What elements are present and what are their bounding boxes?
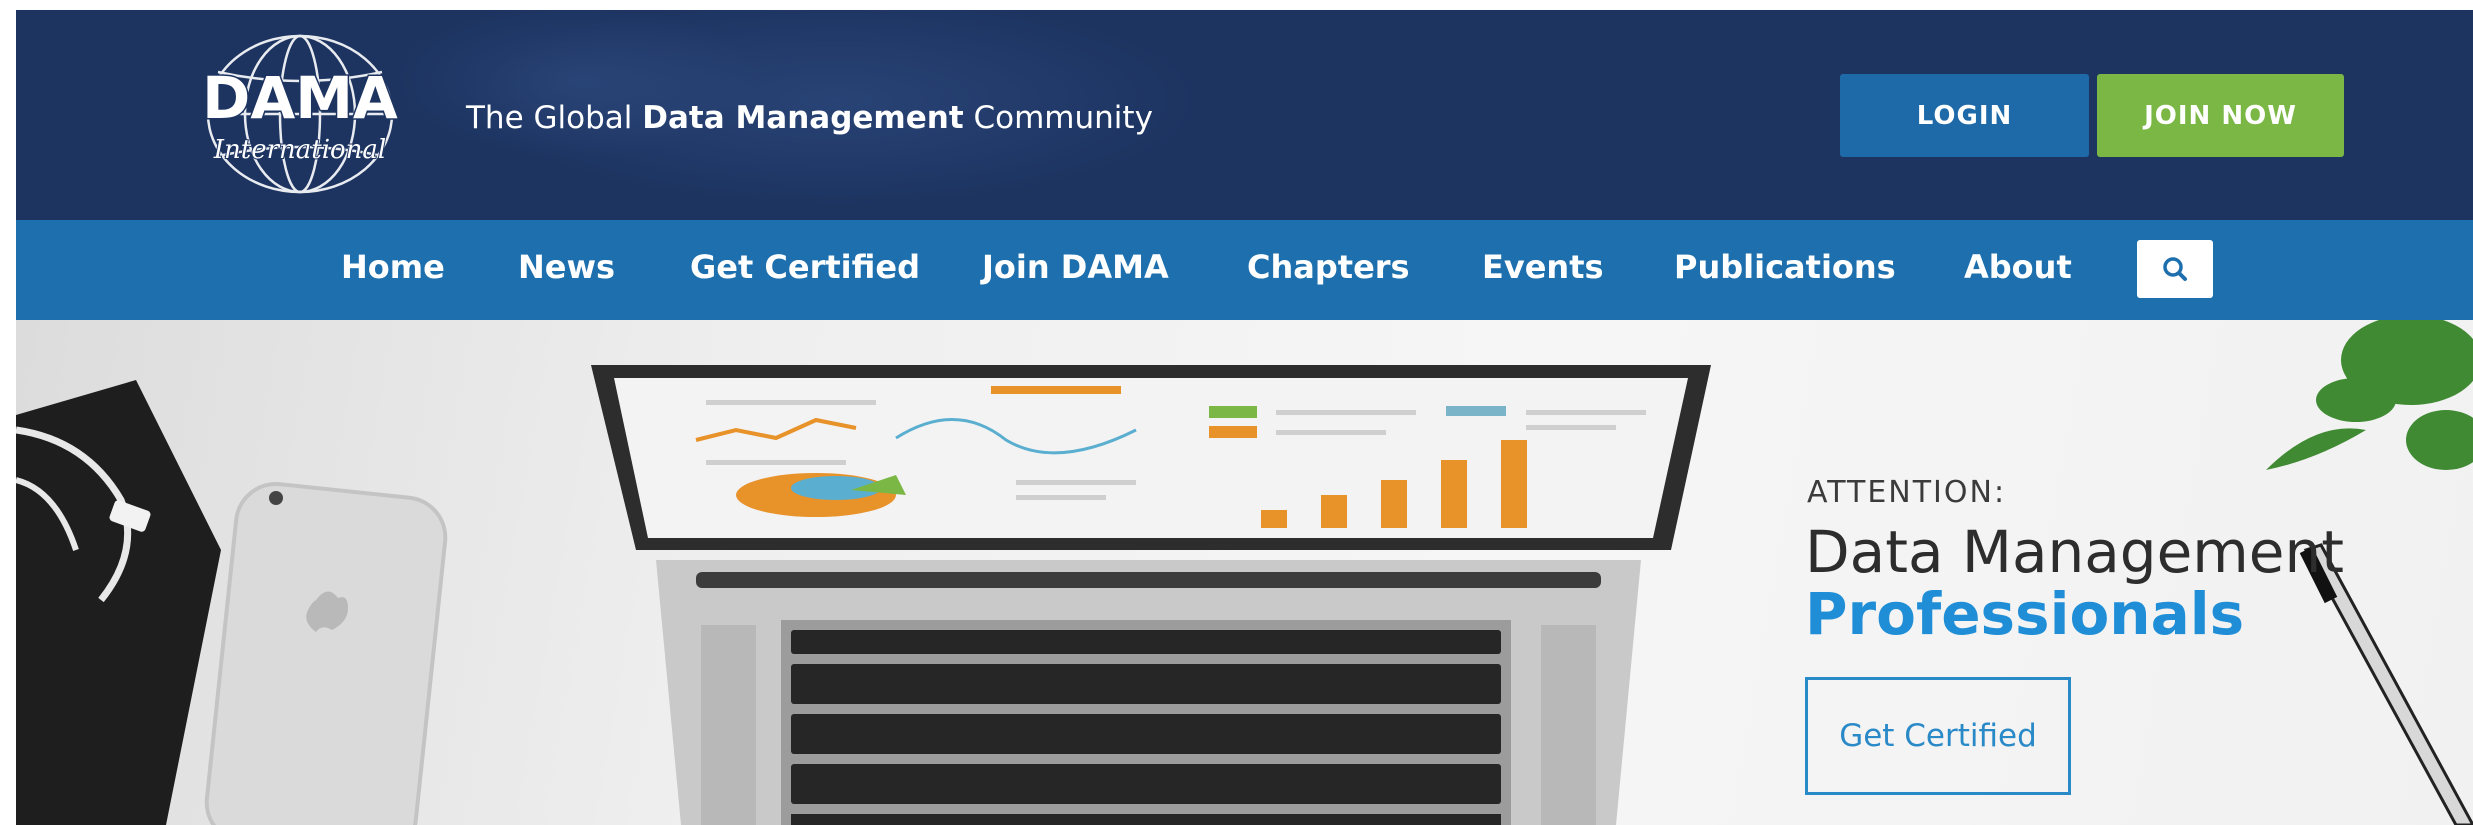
laptop-graphic (591, 365, 1711, 825)
plant-graphic (2266, 320, 2473, 470)
tagline-bold: Data Management (642, 100, 964, 136)
tagline-post: Community (963, 100, 1153, 136)
join-now-button[interactable]: JOIN NOW (2097, 74, 2344, 157)
dama-logo[interactable]: DAMA International (174, 32, 426, 197)
hero-headline-accent: Professionals (1805, 580, 2245, 648)
search-button[interactable] (2137, 240, 2213, 298)
phone-graphic (204, 481, 448, 825)
nav-item-chapters[interactable]: Chapters (1247, 248, 1410, 286)
nav-item-publications[interactable]: Publications (1674, 248, 1896, 286)
site-tagline: The Global Data Management Community (466, 100, 1153, 136)
search-icon (2163, 257, 2187, 281)
hero-banner: ATTENTION: Data Management Professionals… (16, 320, 2473, 825)
site-header: DAMA International The Global Data Manag… (16, 10, 2473, 220)
nav-item-get-certified[interactable]: Get Certified (690, 248, 920, 286)
main-nav: Home News Get Certified Join DAMA Chapte… (16, 220, 2473, 320)
pen-graphic (2299, 543, 2473, 825)
logo-subtext: International (213, 135, 387, 165)
nav-item-news[interactable]: News (518, 248, 615, 286)
nav-item-join-dama[interactable]: Join DAMA (982, 248, 1169, 286)
hero-headline: Data Management (1805, 518, 2344, 586)
pouch-graphic (16, 380, 221, 825)
nav-item-events[interactable]: Events (1482, 248, 1604, 286)
nav-item-about[interactable]: About (1964, 248, 2072, 286)
nav-item-home[interactable]: Home (341, 248, 445, 286)
logo-wordmark: DAMA (202, 64, 398, 132)
tagline-pre: The Global (466, 100, 643, 136)
login-button[interactable]: LOGIN (1840, 74, 2089, 157)
hero-attention-label: ATTENTION: (1807, 475, 2007, 510)
get-certified-button[interactable]: Get Certified (1805, 677, 2071, 795)
